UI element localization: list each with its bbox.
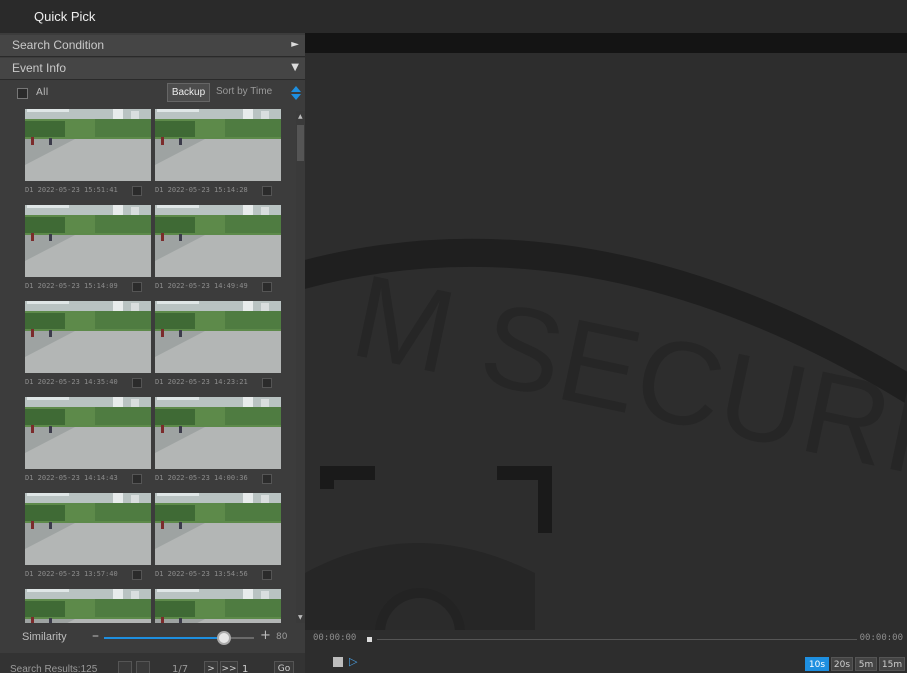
event-thumbnail[interactable] bbox=[25, 109, 151, 181]
event-thumbnail[interactable] bbox=[155, 493, 281, 565]
event-caption: D1 2022-05-23 15:14:28 bbox=[155, 186, 248, 194]
similarity-control: Similarity – + 80 bbox=[0, 625, 305, 651]
event-item[interactable] bbox=[152, 589, 281, 623]
title-bar: Quick Pick bbox=[0, 0, 907, 33]
event-thumbnail[interactable] bbox=[155, 301, 281, 373]
event-item[interactable]: D1 2022-05-23 13:57:40 bbox=[22, 493, 151, 589]
event-item[interactable] bbox=[22, 589, 151, 623]
stop-icon[interactable] bbox=[333, 657, 343, 667]
scroll-down-icon[interactable]: ▼ bbox=[298, 614, 303, 621]
event-thumbnail[interactable] bbox=[25, 397, 151, 469]
event-select-checkbox[interactable] bbox=[132, 570, 142, 580]
event-thumbnail[interactable] bbox=[155, 589, 281, 623]
chevron-right-icon: ► bbox=[291, 39, 299, 50]
event-select-checkbox[interactable] bbox=[262, 186, 272, 196]
event-thumbnail[interactable] bbox=[25, 493, 151, 565]
event-caption: D1 2022-05-23 14:14:43 bbox=[25, 474, 118, 482]
event-info-header[interactable]: Event Info ▼ bbox=[0, 58, 305, 80]
similarity-decrease-button[interactable]: – bbox=[92, 628, 99, 644]
event-caption: D1 2022-05-23 13:57:40 bbox=[25, 570, 118, 578]
page-number-input[interactable]: 1 bbox=[242, 664, 248, 673]
event-item[interactable]: D1 2022-05-23 15:51:41 bbox=[22, 109, 151, 205]
play-icon[interactable]: ▷ bbox=[349, 655, 357, 668]
event-item[interactable]: D1 2022-05-23 15:14:09 bbox=[22, 205, 151, 301]
speed-option-20s[interactable]: 20s bbox=[831, 657, 853, 671]
event-item[interactable]: D1 2022-05-23 14:14:43 bbox=[22, 397, 151, 493]
event-toolbar: All Backup Sort by Time bbox=[0, 80, 305, 106]
playback-timeline[interactable]: 00:00:00 00:00:00 bbox=[305, 630, 907, 648]
event-caption: D1 2022-05-23 15:14:09 bbox=[25, 282, 118, 290]
event-item[interactable]: D1 2022-05-23 13:54:56 bbox=[152, 493, 281, 589]
event-caption: D1 2022-05-23 14:23:21 bbox=[155, 378, 248, 386]
watermark: M SECURIT bbox=[305, 238, 907, 630]
event-thumbnail[interactable] bbox=[25, 589, 151, 623]
event-caption: D1 2022-05-23 14:00:36 bbox=[155, 474, 248, 482]
event-caption: D1 2022-05-23 15:51:41 bbox=[25, 186, 118, 194]
event-select-checkbox[interactable] bbox=[132, 474, 142, 484]
video-viewer[interactable]: M SECURIT 00:00:00 00:00:00 ▷ 10s 20s 5m… bbox=[305, 33, 907, 673]
last-page-button[interactable]: >> bbox=[220, 661, 238, 673]
similarity-slider[interactable] bbox=[104, 631, 254, 645]
scroll-up-icon[interactable]: ▲ bbox=[298, 113, 303, 120]
event-item[interactable]: D1 2022-05-23 15:14:28 bbox=[152, 109, 281, 205]
event-item[interactable]: D1 2022-05-23 14:23:21 bbox=[152, 301, 281, 397]
event-item[interactable]: D1 2022-05-23 14:49:49 bbox=[152, 205, 281, 301]
quick-pick-window: Quick Pick Search Condition ► Event Info… bbox=[0, 0, 907, 673]
timeline-start-time: 00:00:00 bbox=[313, 633, 357, 643]
event-caption: D1 2022-05-23 13:54:56 bbox=[155, 570, 248, 578]
select-all-checkbox[interactable] bbox=[17, 88, 28, 99]
event-info-label: Event Info bbox=[12, 61, 67, 75]
first-page-button[interactable] bbox=[118, 661, 132, 673]
search-condition-label: Search Condition bbox=[12, 38, 105, 52]
similarity-increase-button[interactable]: + bbox=[260, 628, 271, 643]
timeline-end-time: 00:00:00 bbox=[859, 633, 903, 643]
search-results-count: Search Results:125 bbox=[10, 664, 98, 673]
timeline-playhead[interactable] bbox=[367, 637, 372, 642]
event-thumbnail[interactable] bbox=[25, 205, 151, 277]
page-indicator: 1/7 bbox=[172, 664, 189, 673]
search-condition-header[interactable]: Search Condition ► bbox=[0, 35, 305, 57]
select-all-label: All bbox=[36, 87, 49, 98]
event-select-checkbox[interactable] bbox=[262, 570, 272, 580]
similarity-slider-handle[interactable] bbox=[217, 631, 231, 645]
sort-by-time-button[interactable]: Sort by Time bbox=[216, 86, 272, 97]
timeline-track[interactable] bbox=[377, 639, 857, 640]
go-button[interactable]: Go bbox=[274, 661, 294, 673]
event-item[interactable]: D1 2022-05-23 14:00:36 bbox=[152, 397, 281, 493]
event-select-checkbox[interactable] bbox=[132, 282, 142, 292]
scrollbar-thumb[interactable] bbox=[297, 125, 304, 161]
event-thumbnail[interactable] bbox=[155, 205, 281, 277]
event-select-checkbox[interactable] bbox=[262, 474, 272, 484]
backup-button[interactable]: Backup bbox=[167, 83, 210, 102]
grid-scrollbar[interactable]: ▲ ▼ bbox=[296, 111, 305, 623]
similarity-slider-fill bbox=[104, 637, 224, 639]
event-select-checkbox[interactable] bbox=[262, 378, 272, 388]
event-thumbnail[interactable] bbox=[155, 397, 281, 469]
event-caption: D1 2022-05-23 14:49:49 bbox=[155, 282, 248, 290]
event-thumbnail[interactable] bbox=[25, 301, 151, 373]
previous-page-button[interactable] bbox=[136, 661, 150, 673]
event-item[interactable]: D1 2022-05-23 14:35:40 bbox=[22, 301, 151, 397]
chevron-down-icon: ▼ bbox=[291, 62, 299, 73]
speed-option-15m[interactable]: 15m bbox=[879, 657, 905, 671]
sort-arrows-icon[interactable] bbox=[291, 86, 301, 100]
event-thumbnail-grid: D1 2022-05-23 15:51:41 D1 2022-05-23 15:1… bbox=[22, 109, 284, 623]
similarity-label: Similarity bbox=[22, 631, 67, 643]
next-page-button[interactable]: > bbox=[204, 661, 218, 673]
similarity-value: 80 bbox=[276, 632, 288, 642]
watermark-text: M SECURIT bbox=[342, 250, 907, 514]
event-select-checkbox[interactable] bbox=[262, 282, 272, 292]
speed-option-10s[interactable]: 10s bbox=[805, 657, 829, 671]
window-title: Quick Pick bbox=[34, 9, 96, 24]
playback-controls: ▷ 10s 20s 5m 15m bbox=[305, 653, 907, 673]
sidebar: Search Condition ► Event Info ▼ All Back… bbox=[0, 33, 305, 673]
event-select-checkbox[interactable] bbox=[132, 378, 142, 388]
event-thumbnail[interactable] bbox=[155, 109, 281, 181]
event-caption: D1 2022-05-23 14:35:40 bbox=[25, 378, 118, 386]
event-select-checkbox[interactable] bbox=[132, 186, 142, 196]
speed-option-5m[interactable]: 5m bbox=[855, 657, 877, 671]
results-bar: Search Results:125 1/7 > >> 1 Go bbox=[0, 653, 305, 673]
